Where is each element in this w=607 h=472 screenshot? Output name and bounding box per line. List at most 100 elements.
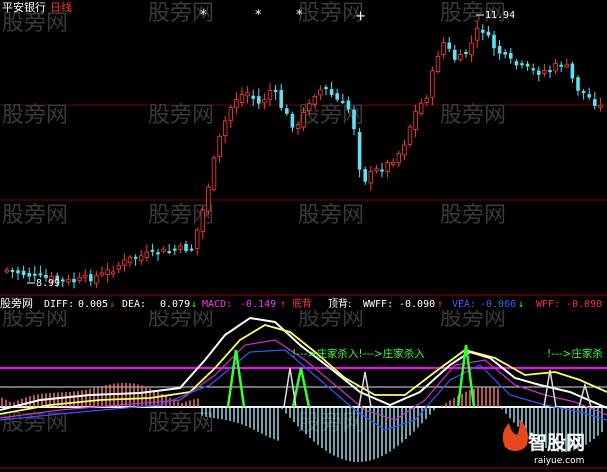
candle-body xyxy=(559,64,563,67)
candle-body xyxy=(357,131,362,170)
candle-body xyxy=(105,269,110,275)
candle-body xyxy=(178,245,183,250)
high-price-label: 11.94 xyxy=(485,10,515,21)
chart-canvas[interactable]: 股旁网 股旁网 股旁网 股旁网 股旁网 股旁网 股旁网 股旁网 股旁网 股旁网 … xyxy=(0,0,607,472)
candle-body xyxy=(424,97,429,103)
candle-body xyxy=(346,100,351,110)
candle-body xyxy=(161,248,166,252)
logo-url: raiyue.com xyxy=(534,456,584,466)
candle-body xyxy=(273,89,278,93)
watermark-text: 股旁网 xyxy=(2,103,68,128)
dea-label: DEA: xyxy=(122,299,146,310)
candle-body xyxy=(61,279,65,282)
candle-body xyxy=(234,99,239,109)
diff-value: 0.005 xyxy=(78,299,108,310)
candle-body xyxy=(239,94,245,103)
candle-body xyxy=(262,99,267,104)
candle-body xyxy=(341,100,345,103)
candle-body xyxy=(537,70,541,75)
macd-label: MACD: xyxy=(202,299,232,310)
candlestick-series[interactable] xyxy=(4,21,603,289)
wff-label: WFF: xyxy=(536,299,560,310)
candle-body xyxy=(306,103,312,112)
candle-body xyxy=(407,126,413,145)
candle-body xyxy=(150,249,155,252)
candle-body xyxy=(133,256,138,259)
candle-body xyxy=(257,96,261,104)
candle-body xyxy=(301,112,306,128)
vea-label: VEA: xyxy=(452,299,476,310)
candle-body xyxy=(72,278,76,283)
candle-body xyxy=(564,64,569,68)
watermark-layer: 股旁网 股旁网 股旁网 股旁网 股旁网 股旁网 股旁网 股旁网 股旁网 股旁网 … xyxy=(2,1,506,436)
yellow-signal-line xyxy=(0,324,607,415)
candle-body xyxy=(335,93,339,100)
candle-body xyxy=(318,89,323,96)
candle-body xyxy=(413,110,418,130)
candle-body xyxy=(127,256,133,264)
candle-body xyxy=(509,53,513,59)
watermark-text: 股旁网 xyxy=(298,203,364,228)
candle-body xyxy=(27,273,31,277)
candle-body xyxy=(542,70,547,74)
candle-body xyxy=(21,270,26,276)
star-marker: * xyxy=(296,8,303,23)
candle-body xyxy=(374,168,379,172)
candle-body xyxy=(418,102,424,114)
candle-body xyxy=(189,248,194,251)
candle-body xyxy=(184,243,188,252)
candle-body xyxy=(167,251,171,254)
candle-body xyxy=(206,186,211,212)
candle-body xyxy=(290,113,295,128)
candle-body xyxy=(435,56,441,72)
watermark-text: 股旁网 xyxy=(148,103,214,128)
top-divergence-label: 顶背: xyxy=(328,297,351,310)
candle-body xyxy=(458,54,463,61)
candle-body xyxy=(99,272,105,276)
wwff-label: WWFF: xyxy=(363,299,393,310)
diff-label: DIFF: xyxy=(44,299,74,310)
diff-arrow: ↓ xyxy=(109,299,115,310)
candle-body xyxy=(402,144,407,156)
candle-body xyxy=(481,29,485,33)
candle-body xyxy=(83,274,88,278)
candle-body xyxy=(553,63,558,72)
candle-body xyxy=(486,31,491,36)
kill-signal-label: !--->庄家杀 xyxy=(547,347,603,360)
vea-value: -0.066 xyxy=(480,299,516,310)
low-price-label: 8.99 xyxy=(36,278,60,289)
candle-body xyxy=(116,265,121,270)
candle-body xyxy=(598,104,603,108)
candle-body xyxy=(66,279,71,283)
candle-body xyxy=(329,88,334,95)
candle-body xyxy=(581,91,586,94)
watermark-text: 股旁网 xyxy=(440,203,506,228)
macd-value: -0.149 xyxy=(240,299,276,310)
candle-body xyxy=(144,251,149,258)
candle-body xyxy=(363,169,367,182)
candle-body xyxy=(548,70,552,73)
candle-body xyxy=(525,63,530,67)
candle-body xyxy=(469,42,474,56)
candle-body xyxy=(514,61,519,66)
candle-body xyxy=(441,41,446,55)
kill-signal-label: !--->庄家杀入!--->庄家杀入 xyxy=(292,347,425,360)
period-label: 日线 xyxy=(50,0,72,14)
logo-text: 智股网 xyxy=(528,431,585,454)
candle-body xyxy=(10,269,15,272)
candle-body xyxy=(251,95,255,99)
macd-arrow: ↑ xyxy=(280,299,286,310)
wwff-value: -0.090 xyxy=(399,299,435,310)
watermark-text: 股旁网 xyxy=(2,11,68,36)
candle-body xyxy=(531,68,535,71)
candle-body xyxy=(447,42,451,49)
stock-name: 平安银行 xyxy=(2,0,46,14)
star-marker: * xyxy=(200,8,207,23)
flame-icon xyxy=(502,419,528,451)
site-logo: 智股网 raiyue.com xyxy=(502,419,585,466)
candle-body xyxy=(368,171,373,184)
candle-body xyxy=(245,92,250,97)
candle-body xyxy=(570,63,575,79)
candle-body xyxy=(492,34,496,49)
candle-body xyxy=(324,87,328,90)
